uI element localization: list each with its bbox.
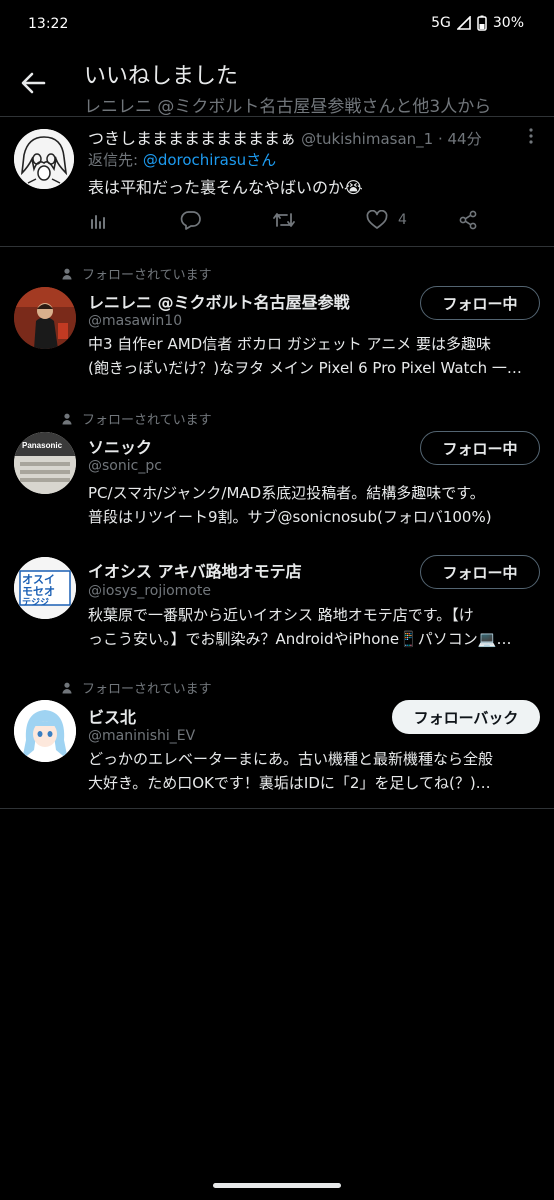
user-name[interactable]: イオシス アキバ路地オモテ店 <box>88 558 302 582</box>
page-header: いいねしました レニレニ @ミクボルト名古屋昼参戦さんと他3人から <box>0 48 554 117</box>
following-button[interactable]: フォロー中 <box>420 555 540 589</box>
page-subtitle: レニレニ @ミクボルト名古屋昼参戦さんと他3人から <box>84 97 492 117</box>
following-button[interactable]: フォロー中 <box>420 286 540 320</box>
retweet-icon <box>273 213 295 227</box>
user-avatar[interactable] <box>14 287 76 349</box>
user-bio-line: PC/スマホ/ジャンク/MAD系底辺投稿者。結構多趣味です。 <box>88 484 485 502</box>
follows-you-label: フォローされています <box>82 268 212 283</box>
user-handle: @iosys_rojiomote <box>88 583 211 599</box>
follows-you-label: フォローされています <box>82 682 212 697</box>
avatar-portrait-art <box>14 287 76 349</box>
user-avatar[interactable] <box>14 700 76 762</box>
user-avatar[interactable]: Panasonic <box>14 432 76 494</box>
tweet-avatar[interactable] <box>14 129 74 189</box>
tweet-header: つきしまままままままままぁ @tukishimasan_1 · 44分 <box>88 125 482 149</box>
user-bio: 中3 自作er AMD信者 ボカロ ガジェット アニメ 要は多趣味 (飽きっぽい… <box>88 332 540 380</box>
back-arrow-icon[interactable] <box>18 68 48 98</box>
follows-you-label: フォローされています <box>82 413 212 428</box>
status-time: 13:22 <box>28 16 69 32</box>
follows-you-indicator: フォローされています <box>62 264 212 283</box>
like-button[interactable]: 4 <box>366 208 407 232</box>
reply-prefix: 返信先: <box>88 151 143 169</box>
follows-you-indicator: フォローされています <box>62 678 212 697</box>
reply-user-link[interactable]: @dorochirasu <box>143 151 246 169</box>
tweet-divider <box>0 246 554 247</box>
gesture-nav-handle[interactable] <box>213 1183 341 1188</box>
user-bio: 秋葉原で一番駅から近いイオシス 路地オモテ店です。【け っこう安い。】でお馴染み… <box>88 603 540 651</box>
analytics-button[interactable] <box>88 208 108 232</box>
page-title: いいねしました <box>84 64 239 89</box>
follows-you-indicator: フォローされています <box>62 409 212 428</box>
user-bio: PC/スマホ/ジャンク/MAD系底辺投稿者。結構多趣味です。 普段はリツイート9… <box>88 481 540 529</box>
share-icon <box>459 210 477 230</box>
person-icon <box>62 682 72 693</box>
user-name[interactable]: レニレニ @ミクボルト名古屋昼参戦 <box>88 289 350 313</box>
network-label: 5G <box>431 15 451 31</box>
avatar-brand-text: Panasonic <box>22 441 63 450</box>
reply-context: 返信先: @dorochirasuさん <box>88 149 276 170</box>
signal-icon <box>456 16 471 30</box>
more-icon[interactable] <box>526 126 536 146</box>
user-bio-line: 普段はリツイート9割。サブ@sonicnosub(フォロバ100%) <box>88 508 492 526</box>
user-name[interactable]: ビス北 <box>88 704 136 728</box>
user-bio-line: どっかのエレベーターまにあ。古い機種と最新機種なら全般 <box>88 750 494 768</box>
user-bio-line: 秋葉原で一番駅から近いイオシス 路地オモテ店です。【け <box>88 606 474 624</box>
reply-suffix: さん <box>246 151 277 169</box>
user-handle: @sonic_pc <box>88 458 162 474</box>
heart-icon <box>366 210 388 229</box>
following-button[interactable]: フォロー中 <box>420 431 540 465</box>
like-count: 4 <box>398 212 407 228</box>
battery-level: 30% <box>492 15 524 31</box>
avatar-anime-art <box>14 700 76 762</box>
list-end-divider <box>0 808 554 809</box>
user-avatar[interactable]: オスイ モセオ テジジ <box>14 557 76 619</box>
user-handle: @masawin10 <box>88 313 183 329</box>
person-icon <box>62 268 72 279</box>
tweet-actions: 4 <box>88 208 528 232</box>
user-bio-line: っこう安い。】でお馴染み？AndroidやiPhone📱パソコン💻… <box>88 630 512 648</box>
status-icons: 5G 30% <box>431 15 524 31</box>
retweet-button[interactable] <box>272 208 296 232</box>
svg-text:モセオ: モセオ <box>22 585 55 598</box>
tweet-author-handle: @tukishimasan_1 · 44分 <box>301 130 482 148</box>
user-bio-line: 中3 自作er AMD信者 ボカロ ガジェット アニメ 要は多趣味 <box>88 335 492 353</box>
tweet-author-name[interactable]: つきしまままままままままぁ <box>88 129 296 148</box>
reply-button[interactable] <box>180 208 202 232</box>
follow-back-button[interactable]: フォローバック <box>392 700 540 734</box>
user-name[interactable]: ソニック <box>88 434 152 458</box>
person-icon <box>62 413 72 424</box>
status-bar: 13:22 5G 30% <box>0 0 554 48</box>
tweet-text: 表は平和だった裏そんなやばいのか😭 <box>88 178 363 197</box>
svg-text:テジジ: テジジ <box>22 597 49 608</box>
reply-icon <box>180 211 201 230</box>
battery-icon <box>477 15 487 31</box>
liked-tweet[interactable]: つきしまままままままままぁ @tukishimasan_1 · 44分 返信先:… <box>0 116 554 246</box>
user-handle: @maninishi_EV <box>88 728 196 744</box>
share-button[interactable] <box>458 208 478 232</box>
user-bio-line: 大好き。ため口OKです！裏垢はIDに「2」を足してね(？)… <box>88 774 491 792</box>
manga-avatar-art <box>14 129 74 189</box>
avatar-logo-art: オスイ モセオ テジジ <box>14 557 76 619</box>
user-bio-line: (飽きっぽいだけ？)なヲタ メイン Pixel 6 Pro Pixel Watc… <box>88 359 522 377</box>
user-bio: どっかのエレベーターまにあ。古い機種と最新機種なら全般 大好き。ため口OKです！… <box>88 747 540 795</box>
analytics-icon <box>91 215 105 229</box>
avatar-keyboard-art: Panasonic <box>14 432 76 494</box>
